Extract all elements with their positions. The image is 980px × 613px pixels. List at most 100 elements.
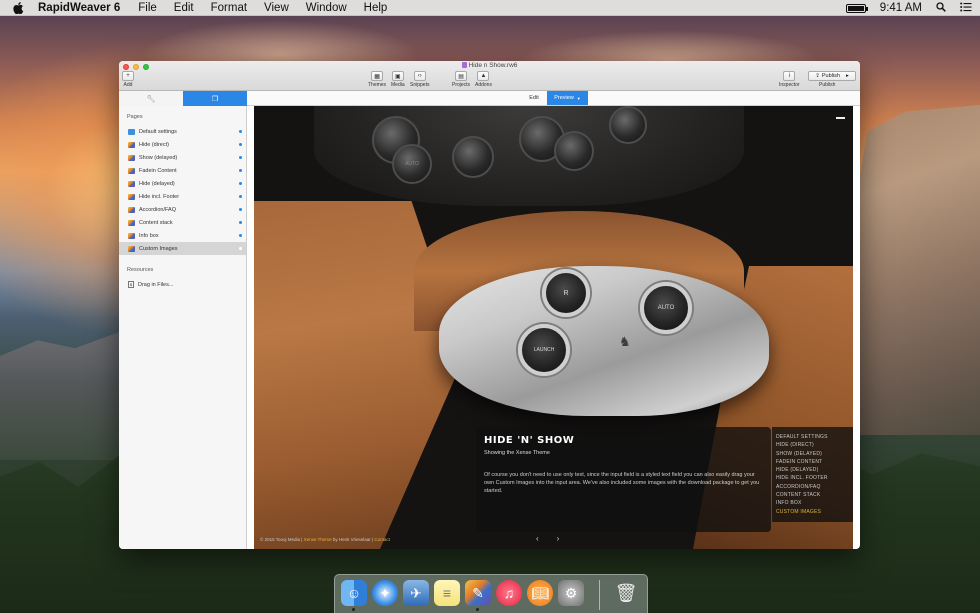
page-icon — [128, 219, 135, 226]
sidebar-item-custom-images[interactable]: Custom Images — [119, 242, 246, 255]
chevron-right-icon[interactable]: › — [557, 534, 560, 543]
status-dot — [239, 247, 242, 250]
tab-preview[interactable]: Preview ▼ — [547, 91, 588, 105]
chevron-down-icon[interactable]: ▸ — [846, 73, 849, 79]
nav-link-content-stack[interactable]: CONTENT STACK — [776, 491, 853, 499]
sidebar-item-hide-incl-footer[interactable]: Hide incl. Footer — [119, 190, 246, 203]
window-title-text: Hide n Show.rw6 — [468, 62, 518, 69]
spotlight-icon[interactable] — [936, 1, 946, 15]
sidebar-item-info-box[interactable]: Info box — [119, 229, 246, 242]
page-icon — [128, 232, 135, 239]
rapidweaver-icon[interactable]: ✎ — [465, 580, 491, 606]
safari-icon[interactable]: ✦ — [372, 580, 398, 606]
tab-pages[interactable]: ❐ — [183, 91, 247, 106]
caption-subtitle: Showing the Xense Theme — [484, 450, 550, 456]
addons-button[interactable]: ▲ Addons — [475, 71, 492, 88]
sidebar-item-label: Hide (delayed) — [139, 180, 175, 187]
publish-label: Publish — [819, 82, 836, 88]
nav-link-custom-images[interactable]: CUSTOM IMAGES — [776, 508, 853, 516]
sidebar-item-default-settings[interactable]: Default settings — [119, 125, 246, 138]
sidebar-item-label: Accordion/FAQ — [139, 206, 176, 213]
preview-pane: AUTO R AUTO LAUNCH ♞ HIDE 'N' SHOW Showi… — [254, 106, 853, 549]
menu-window[interactable]: Window — [306, 2, 347, 14]
slider-arrows: ‹ › — [536, 534, 559, 543]
status-dot — [239, 182, 242, 185]
sidebar-item-hide-delayed[interactable]: Hide (delayed) — [119, 177, 246, 190]
code-icon: ‹› — [413, 71, 426, 81]
menu-help[interactable]: Help — [364, 2, 388, 14]
nav-link-default-settings[interactable]: DEFAULT SETTINGS — [776, 433, 853, 441]
sidebar-item-label: Fadein Content — [139, 167, 177, 174]
itunes-icon[interactable]: ♫ — [496, 580, 522, 606]
projects-button[interactable]: ▤ Projects — [452, 71, 470, 88]
button-r-label: R — [563, 289, 569, 297]
button-r: R — [542, 269, 590, 317]
nav-link-hide-direct[interactable]: HIDE (DIRECT) — [776, 441, 853, 449]
media-icon: ▣ — [391, 71, 404, 81]
sidebar-item-label: Hide (direct) — [139, 141, 169, 148]
tab-tools[interactable]: 🔧︎ — [119, 91, 183, 106]
menu-format[interactable]: Format — [211, 2, 247, 14]
menu-file[interactable]: File — [138, 2, 157, 14]
chevron-down-icon: ▼ — [576, 95, 581, 101]
resources-section-title: Resources — [127, 267, 154, 273]
apple-icon[interactable] — [12, 1, 24, 14]
menu-view[interactable]: View — [264, 2, 289, 14]
nav-link-show-delayed[interactable]: SHOW (DELAYED) — [776, 450, 853, 458]
nav-link-info-box[interactable]: INFO BOX — [776, 499, 853, 507]
menu-toggle-icon[interactable] — [836, 117, 845, 119]
button-auto-label: AUTO — [657, 305, 675, 311]
themes-button[interactable]: ▦ Themes — [368, 71, 386, 88]
publish-button[interactable]: ⇪ Publish ▸ — [808, 71, 856, 81]
add-button[interactable]: + Add — [122, 71, 134, 88]
system-preferences-icon[interactable]: ⚙ — [558, 580, 584, 606]
sidebar-item-label: Custom Images — [139, 245, 178, 252]
ibooks-icon[interactable]: 📖︎ — [527, 580, 553, 606]
status-dot — [239, 208, 242, 211]
trash-icon[interactable]: 🗑︎ — [613, 580, 639, 606]
status-dot — [239, 234, 242, 237]
notes-icon[interactable]: ≡ — [434, 580, 460, 606]
resources-drop-target[interactable]: $ Drag in Files... — [119, 278, 246, 291]
menu-app-name[interactable]: RapidWeaver 6 — [38, 2, 120, 14]
notification-center-icon[interactable] — [960, 2, 972, 15]
site-navigation: DEFAULT SETTINGS HIDE (DIRECT) SHOW (DEL… — [772, 427, 853, 522]
chevron-left-icon[interactable]: ‹ — [536, 534, 539, 543]
view-tabs: Edit Preview ▼ — [247, 91, 860, 106]
sidebar-item-hide-direct[interactable]: Hide (direct) — [119, 138, 246, 151]
sidebar-item-content-stack[interactable]: Content stack — [119, 216, 246, 229]
snippets-button[interactable]: ‹› Snippets — [410, 71, 429, 88]
sidebar-item-fadein-content[interactable]: Fadein Content — [119, 164, 246, 177]
cliff-left — [0, 330, 125, 460]
media-button[interactable]: ▣ Media — [391, 71, 405, 88]
mail-icon[interactable]: ✈ — [403, 580, 429, 606]
sidebar-item-label: Content stack — [139, 219, 173, 226]
nav-link-accordion-faq[interactable]: ACCORDION/FAQ — [776, 483, 853, 491]
menu-edit[interactable]: Edit — [174, 2, 194, 14]
menu-clock[interactable]: 9:41 AM — [880, 2, 922, 14]
inspector-button[interactable]: i Inspector — [779, 71, 800, 88]
site-footer: © 2015 Toooj Media | Xense Theme by Henk… — [260, 537, 390, 542]
finder-icon[interactable]: ☺ — [341, 580, 367, 606]
plus-icon: + — [122, 71, 134, 81]
tab-edit[interactable]: Edit — [520, 91, 548, 105]
wrench-icon: 🔧︎ — [146, 95, 156, 103]
status-dot — [239, 156, 242, 159]
sidebar-item-show-delayed[interactable]: Show (delayed) — [119, 151, 246, 164]
nav-link-hide-delayed[interactable]: HIDE (DELAYED) — [776, 466, 853, 474]
tab-preview-label: Preview — [554, 95, 574, 101]
footer-contact-link[interactable]: Contact — [374, 537, 390, 542]
tab-edit-label: Edit — [529, 95, 539, 101]
pages-section-title: Pages — [127, 114, 143, 120]
battery-icon[interactable] — [845, 3, 868, 13]
footer-theme-link[interactable]: Xense Theme — [304, 537, 332, 542]
addons-icon: ▲ — [477, 71, 490, 81]
add-label: Add — [123, 82, 133, 88]
sidebar-item-label: Info box — [139, 232, 159, 239]
inspector-label: Inspector — [779, 82, 800, 88]
dial-knob — [452, 136, 494, 178]
sidebar-item-label: Default settings — [139, 128, 177, 135]
nav-link-fadein-content[interactable]: FADEIN CONTENT — [776, 458, 853, 466]
sidebar-item-accordion-faq[interactable]: Accordion/FAQ — [119, 203, 246, 216]
nav-link-hide-incl-footer[interactable]: HIDE INCL. FOOTER — [776, 474, 853, 482]
